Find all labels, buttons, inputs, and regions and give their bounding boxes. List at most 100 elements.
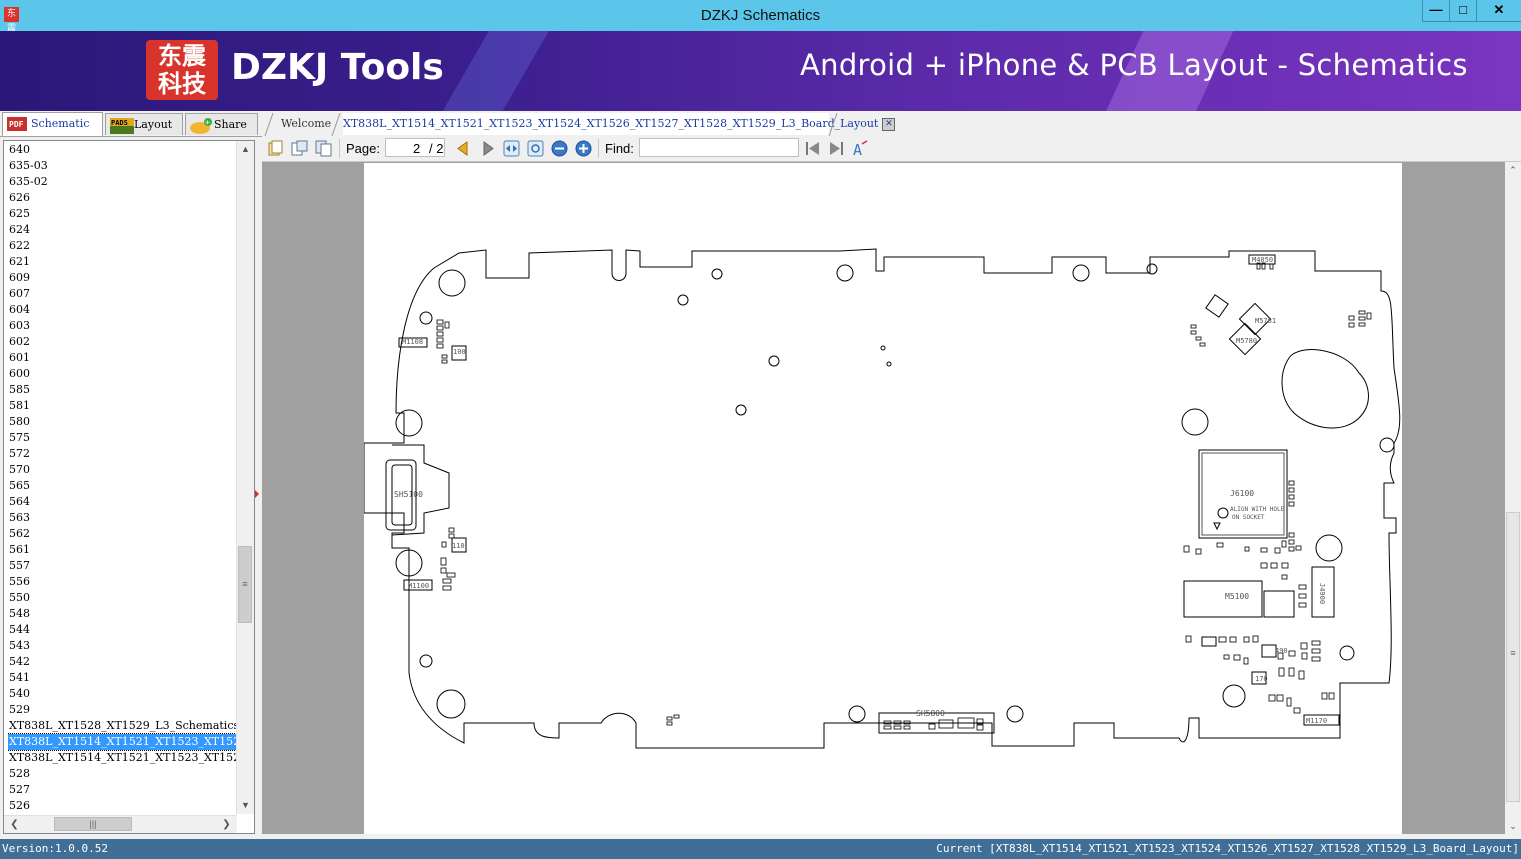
list-vertical-scrollbar[interactable]: ▲ ≡ ▼ [236, 141, 254, 814]
scroll-down-arrow-icon[interactable]: ▼ [237, 797, 254, 814]
j6100-note: ON SOCKET [1232, 514, 1265, 521]
m4050-label: M4050 [1252, 256, 1273, 264]
list-item[interactable]: 625 [8, 206, 238, 222]
list-item[interactable]: 565 [8, 478, 238, 494]
fit-page-icon[interactable] [527, 140, 544, 157]
list-item[interactable]: 562 [8, 526, 238, 542]
mount-hole [848, 705, 866, 723]
svg-text:A: A [853, 141, 862, 157]
list-item[interactable]: 609 [8, 270, 238, 286]
list-item[interactable]: 607 [8, 286, 238, 302]
list-item[interactable]: 580 [8, 414, 238, 430]
list-item[interactable]: 526 [8, 798, 238, 814]
list-horizontal-scrollbar[interactable]: ❮ ||| ❯ [4, 815, 237, 833]
list-item[interactable]: 602 [8, 334, 238, 350]
tab-close-icon[interactable]: ✕ [882, 117, 896, 131]
find-previous-icon[interactable] [804, 140, 821, 157]
maximize-button[interactable]: □ [1449, 0, 1477, 22]
list-item[interactable]: 563 [8, 510, 238, 526]
list-item[interactable]: 570 [8, 462, 238, 478]
collapse-arrow-icon[interactable] [255, 490, 259, 498]
list-item[interactable]: 626 [8, 190, 238, 206]
tab-layout-label: Layout [134, 118, 173, 131]
list-item[interactable]: 540 [8, 686, 238, 702]
list-item[interactable]: 600 [8, 366, 238, 382]
page-tools-icon[interactable] [291, 140, 308, 157]
layout-viewer[interactable]: SH5100 J6100 ALIGN WITH HOLE ON SOCKET M… [262, 162, 1505, 834]
list-item[interactable]: 640 [8, 142, 238, 158]
list-item[interactable]: 622 [8, 238, 238, 254]
list-item[interactable]: 529 [8, 702, 238, 718]
list-item[interactable]: 585 [8, 382, 238, 398]
copy-page-icon[interactable] [267, 140, 284, 157]
scroll-up-arrow-icon[interactable]: ⌃ [1505, 162, 1521, 178]
brand-name: DZKJ Tools [231, 47, 444, 88]
scroll-left-arrow-icon[interactable]: ❮ [6, 816, 23, 833]
list-item[interactable]: 621 [8, 254, 238, 270]
list-item[interactable]: 575 [8, 430, 238, 446]
tab-welcome[interactable]: Welcome [281, 113, 331, 135]
minimize-button[interactable]: — [1422, 0, 1450, 22]
board-layout-page[interactable]: SH5100 J6100 ALIGN WITH HOLE ON SOCKET M… [363, 163, 1402, 834]
mount-hole [1222, 684, 1246, 708]
list-item[interactable]: 541 [8, 670, 238, 686]
list-item[interactable]: XT838L_XT1514_XT1521_XT1523_XT1524_XT1 [8, 733, 238, 751]
list-item[interactable]: 548 [8, 606, 238, 622]
tab-schematic[interactable]: PDF Schematic [2, 112, 103, 136]
mount-hole [735, 404, 747, 416]
list-item[interactable]: 601 [8, 350, 238, 366]
zoom-in-icon[interactable] [575, 140, 592, 157]
scroll-up-arrow-icon[interactable]: ▲ [237, 141, 254, 158]
viewer-toolbar: Page: 2 / 2 Find: A [262, 136, 1521, 162]
highlight-text-icon[interactable]: A [852, 140, 869, 157]
previous-page-icon[interactable] [454, 140, 471, 157]
find-next-icon[interactable] [828, 140, 845, 157]
list-item[interactable]: XT838L_XT1514_XT1521_XT1523_XT1524_XT1 [8, 750, 238, 766]
zoom-out-icon[interactable] [551, 140, 568, 157]
viewer-scroll-thumb[interactable]: ≡ [1506, 512, 1520, 802]
list-item[interactable]: 544 [8, 622, 238, 638]
list-item[interactable]: 528 [8, 766, 238, 782]
list-item[interactable]: 635-02 [8, 174, 238, 190]
mount-hole [768, 355, 780, 367]
schematic-list[interactable]: 640 635-03 635-02 626 625 624 622 621 609 607 604 6… [8, 142, 238, 814]
svg-text:PDF: PDF [9, 120, 24, 129]
page-number-input[interactable]: 2 / 2 [385, 138, 445, 157]
list-item[interactable]: 624 [8, 222, 238, 238]
list-scroll-thumb[interactable]: ≡ [238, 546, 252, 623]
tab-board-layout[interactable]: XT838L_XT1514_XT1521_XT1523_XT1524_XT152… [343, 113, 896, 135]
list-item[interactable]: 561 [8, 542, 238, 558]
list-item[interactable]: 635-03 [8, 158, 238, 174]
tab-separator [264, 113, 274, 136]
list-item[interactable]: 556 [8, 574, 238, 590]
scroll-right-arrow-icon[interactable]: ❯ [218, 816, 235, 833]
sh5100-label: SH5100 [394, 490, 423, 499]
list-item[interactable]: 543 [8, 638, 238, 654]
tab-board-layout-label: XT838L_XT1514_XT1521_XT1523_XT1524_XT152… [343, 117, 879, 130]
scroll-down-arrow-icon[interactable]: ⌄ [1505, 818, 1521, 834]
panel-splitter[interactable] [254, 140, 260, 832]
page-layout-icon[interactable] [315, 140, 332, 157]
find-input[interactable] [639, 138, 799, 157]
list-item[interactable]: XT838L_XT1528_XT1529_L3_Schematics [8, 718, 238, 734]
tab-layout[interactable]: PADS Layout [105, 113, 183, 135]
list-item[interactable]: 527 [8, 782, 238, 798]
next-page-icon[interactable] [480, 140, 497, 157]
list-item[interactable]: 603 [8, 318, 238, 334]
tab-share[interactable]: + Share [185, 113, 258, 135]
m5780-label: M5780 [1236, 337, 1257, 345]
close-button[interactable]: ✕ [1476, 0, 1521, 22]
mount-hole [1006, 705, 1024, 723]
u110-label: 110 [452, 542, 465, 550]
viewer-vertical-scrollbar[interactable]: ⌃ ≡ ⌄ [1505, 162, 1521, 834]
list-item[interactable]: 604 [8, 302, 238, 318]
list-item[interactable]: 572 [8, 446, 238, 462]
list-item[interactable]: 557 [8, 558, 238, 574]
list-item[interactable]: 550 [8, 590, 238, 606]
fit-width-icon[interactable] [503, 140, 520, 157]
list-item[interactable]: 581 [8, 398, 238, 414]
list-item[interactable]: 564 [8, 494, 238, 510]
list-item[interactable]: 542 [8, 654, 238, 670]
u490-label: 490 [1275, 647, 1288, 655]
list-hscroll-thumb[interactable]: ||| [54, 817, 132, 831]
